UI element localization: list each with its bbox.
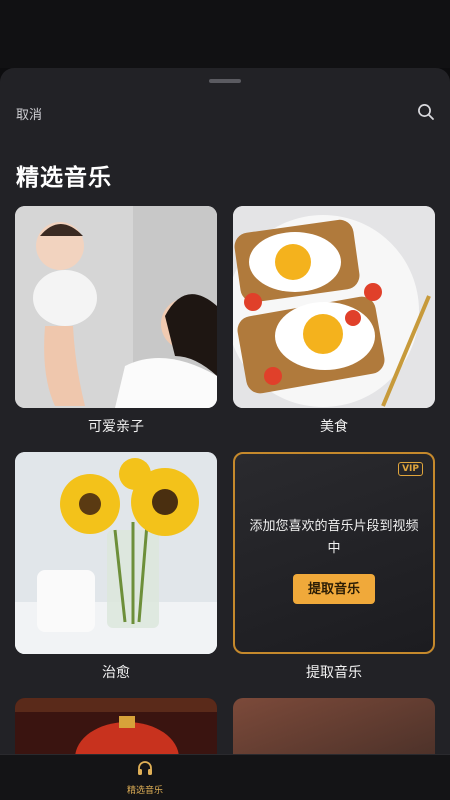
tab-featured-music-label: 精选音乐 [126, 786, 163, 796]
card-label-extract: 提取音乐 [306, 665, 362, 681]
extract-description: 添加您喜欢的音乐片段到视频中 [249, 519, 419, 556]
dimmed-backdrop[interactable] [0, 0, 450, 68]
sunflower-photo [15, 452, 217, 654]
music-category-card-healing[interactable] [15, 452, 217, 654]
card-label-food: 美食 [320, 419, 348, 435]
headphones-icon [138, 761, 152, 775]
extract-music-card[interactable]: VIP 添加您喜欢的音乐片段到视频中 提取音乐 [233, 452, 435, 654]
vip-badge: VIP [398, 462, 423, 476]
extract-music-button[interactable]: 提取音乐 [293, 574, 375, 604]
page-title: 精选音乐 [16, 165, 112, 191]
bottom-tab-bar: 精选音乐 [0, 754, 450, 800]
cancel-button[interactable]: 取消 [16, 104, 42, 123]
card-label-family: 可爱亲子 [88, 419, 144, 435]
music-picker-sheet: 取消 精选音乐 可爱亲子 美食 治愈 VIP 添加您喜欢的音乐片段到视频中 提取… [0, 68, 450, 800]
card-label-healing: 治愈 [102, 665, 130, 681]
drag-handle[interactable] [209, 79, 241, 83]
food-photo [233, 206, 435, 408]
tab-featured-music[interactable]: 精选音乐 [120, 759, 170, 796]
family-photo [15, 206, 217, 408]
music-category-card-family[interactable] [15, 206, 217, 408]
music-category-card-food[interactable] [233, 206, 435, 408]
search-icon[interactable] [417, 103, 435, 121]
